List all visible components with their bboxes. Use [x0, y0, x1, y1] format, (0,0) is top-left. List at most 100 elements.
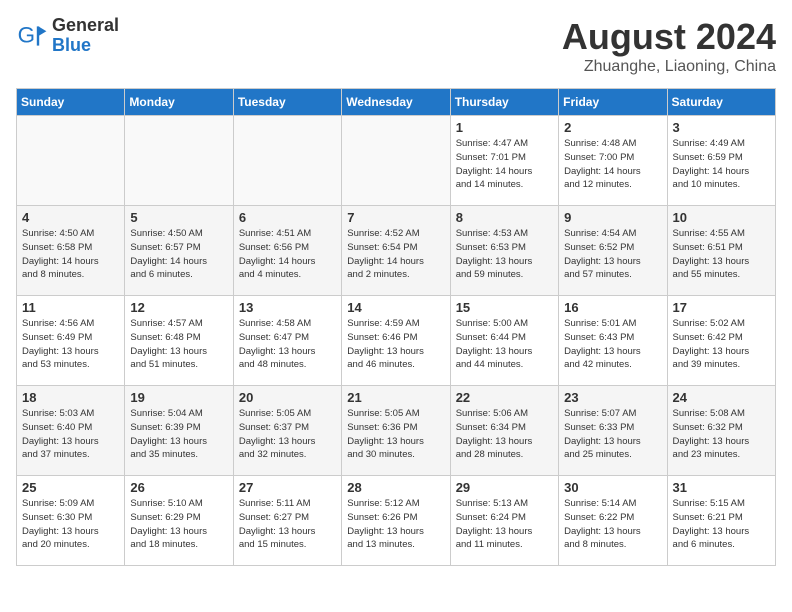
calendar-cell: 30 Sunrise: 5:14 AM Sunset: 6:22 PM Dayli… — [559, 476, 667, 566]
calendar-cell: 8 Sunrise: 4:53 AM Sunset: 6:53 PM Daylig… — [450, 206, 558, 296]
day-detail: Sunrise: 5:08 AM Sunset: 6:32 PM Dayligh… — [673, 407, 770, 462]
day-detail: Sunrise: 5:11 AM Sunset: 6:27 PM Dayligh… — [239, 497, 336, 552]
day-number: 5 — [130, 210, 227, 225]
calendar-cell: 13 Sunrise: 4:58 AM Sunset: 6:47 PM Dayli… — [233, 296, 341, 386]
header-row: SundayMondayTuesdayWednesdayThursdayFrid… — [17, 89, 776, 116]
day-detail: Sunrise: 5:06 AM Sunset: 6:34 PM Dayligh… — [456, 407, 553, 462]
day-number: 22 — [456, 390, 553, 405]
day-number: 14 — [347, 300, 444, 315]
calendar-cell: 27 Sunrise: 5:11 AM Sunset: 6:27 PM Dayli… — [233, 476, 341, 566]
day-detail: Sunrise: 5:05 AM Sunset: 6:37 PM Dayligh… — [239, 407, 336, 462]
day-number: 28 — [347, 480, 444, 495]
header-day-wednesday: Wednesday — [342, 89, 450, 116]
day-number: 18 — [22, 390, 119, 405]
calendar-cell: 20Sunrise: 5:05 AM Sunset: 6:37 PM Dayli… — [233, 386, 341, 476]
calendar-cell: 5 Sunrise: 4:50 AM Sunset: 6:57 PM Daylig… — [125, 206, 233, 296]
day-number: 3 — [673, 120, 770, 135]
calendar-cell: 4 Sunrise: 4:50 AM Sunset: 6:58 PM Daylig… — [17, 206, 125, 296]
day-number: 4 — [22, 210, 119, 225]
day-detail: Sunrise: 5:02 AM Sunset: 6:42 PM Dayligh… — [673, 317, 770, 372]
calendar-week-3: 11 Sunrise: 4:56 AM Sunset: 6:49 PM Dayli… — [17, 296, 776, 386]
day-detail: Sunrise: 4:48 AM Sunset: 7:00 PM Dayligh… — [564, 137, 661, 192]
day-detail: Sunrise: 5:15 AM Sunset: 6:21 PM Dayligh… — [673, 497, 770, 552]
day-detail: Sunrise: 5:04 AM Sunset: 6:39 PM Dayligh… — [130, 407, 227, 462]
header-day-sunday: Sunday — [17, 89, 125, 116]
calendar-cell: 7Sunrise: 4:52 AM Sunset: 6:54 PM Daylig… — [342, 206, 450, 296]
day-number: 16 — [564, 300, 661, 315]
day-number: 27 — [239, 480, 336, 495]
calendar-cell: 6 Sunrise: 4:51 AM Sunset: 6:56 PM Daylig… — [233, 206, 341, 296]
day-number: 1 — [456, 120, 553, 135]
calendar-cell — [342, 116, 450, 206]
svg-text:G: G — [18, 22, 35, 47]
month-title: August 2024 — [562, 16, 776, 58]
day-detail: Sunrise: 5:14 AM Sunset: 6:22 PM Dayligh… — [564, 497, 661, 552]
day-detail: Sunrise: 4:53 AM Sunset: 6:53 PM Dayligh… — [456, 227, 553, 282]
day-detail: Sunrise: 5:10 AM Sunset: 6:29 PM Dayligh… — [130, 497, 227, 552]
page-header: G General Blue August 2024 Zhuanghe, Lia… — [16, 16, 776, 76]
day-detail: Sunrise: 4:50 AM Sunset: 6:58 PM Dayligh… — [22, 227, 119, 282]
day-detail: Sunrise: 5:01 AM Sunset: 6:43 PM Dayligh… — [564, 317, 661, 372]
calendar-cell: 23 Sunrise: 5:07 AM Sunset: 6:33 PM Dayli… — [559, 386, 667, 476]
calendar-cell: 12Sunrise: 4:57 AM Sunset: 6:48 PM Dayli… — [125, 296, 233, 386]
day-detail: Sunrise: 5:07 AM Sunset: 6:33 PM Dayligh… — [564, 407, 661, 462]
calendar-cell: 2 Sunrise: 4:48 AM Sunset: 7:00 PM Daylig… — [559, 116, 667, 206]
calendar-week-2: 4 Sunrise: 4:50 AM Sunset: 6:58 PM Daylig… — [17, 206, 776, 296]
day-number: 2 — [564, 120, 661, 135]
calendar-cell: 28 Sunrise: 5:12 AM Sunset: 6:26 PM Dayli… — [342, 476, 450, 566]
day-number: 8 — [456, 210, 553, 225]
header-day-monday: Monday — [125, 89, 233, 116]
day-detail: Sunrise: 4:50 AM Sunset: 6:57 PM Dayligh… — [130, 227, 227, 282]
calendar-cell: 22 Sunrise: 5:06 AM Sunset: 6:34 PM Dayli… — [450, 386, 558, 476]
day-number: 31 — [673, 480, 770, 495]
day-number: 17 — [673, 300, 770, 315]
calendar-cell: 21 Sunrise: 5:05 AM Sunset: 6:36 PM Dayli… — [342, 386, 450, 476]
calendar-cell — [233, 116, 341, 206]
calendar-cell — [125, 116, 233, 206]
day-detail: Sunrise: 4:57 AM Sunset: 6:48 PM Dayligh… — [130, 317, 227, 372]
logo-blue: Blue — [52, 36, 119, 56]
day-number: 15 — [456, 300, 553, 315]
calendar-cell: 17 Sunrise: 5:02 AM Sunset: 6:42 PM Dayli… — [667, 296, 775, 386]
calendar-cell: 14 Sunrise: 4:59 AM Sunset: 6:46 PM Dayli… — [342, 296, 450, 386]
day-detail: Sunrise: 4:52 AM Sunset: 6:54 PM Dayligh… — [347, 227, 444, 282]
header-day-tuesday: Tuesday — [233, 89, 341, 116]
day-number: 26 — [130, 480, 227, 495]
logo-icon: G — [16, 20, 48, 52]
calendar-cell: 29 Sunrise: 5:13 AM Sunset: 6:24 PM Dayli… — [450, 476, 558, 566]
header-day-friday: Friday — [559, 89, 667, 116]
day-detail: Sunrise: 5:00 AM Sunset: 6:44 PM Dayligh… — [456, 317, 553, 372]
day-detail: Sunrise: 5:05 AM Sunset: 6:36 PM Dayligh… — [347, 407, 444, 462]
day-detail: Sunrise: 4:56 AM Sunset: 6:49 PM Dayligh… — [22, 317, 119, 372]
calendar-cell: 31 Sunrise: 5:15 AM Sunset: 6:21 PM Dayli… — [667, 476, 775, 566]
calendar-week-5: 25Sunrise: 5:09 AM Sunset: 6:30 PM Dayli… — [17, 476, 776, 566]
day-detail: Sunrise: 4:51 AM Sunset: 6:56 PM Dayligh… — [239, 227, 336, 282]
calendar-week-4: 18Sunrise: 5:03 AM Sunset: 6:40 PM Dayli… — [17, 386, 776, 476]
day-detail: Sunrise: 4:54 AM Sunset: 6:52 PM Dayligh… — [564, 227, 661, 282]
calendar-cell: 26 Sunrise: 5:10 AM Sunset: 6:29 PM Dayli… — [125, 476, 233, 566]
day-number: 13 — [239, 300, 336, 315]
calendar-cell: 15 Sunrise: 5:00 AM Sunset: 6:44 PM Dayli… — [450, 296, 558, 386]
day-number: 29 — [456, 480, 553, 495]
day-number: 30 — [564, 480, 661, 495]
day-detail: Sunrise: 5:12 AM Sunset: 6:26 PM Dayligh… — [347, 497, 444, 552]
header-day-thursday: Thursday — [450, 89, 558, 116]
logo: G General Blue — [16, 16, 119, 56]
day-detail: Sunrise: 4:47 AM Sunset: 7:01 PM Dayligh… — [456, 137, 553, 192]
day-number: 24 — [673, 390, 770, 405]
day-detail: Sunrise: 4:55 AM Sunset: 6:51 PM Dayligh… — [673, 227, 770, 282]
calendar-cell: 19Sunrise: 5:04 AM Sunset: 6:39 PM Dayli… — [125, 386, 233, 476]
day-number: 6 — [239, 210, 336, 225]
day-number: 21 — [347, 390, 444, 405]
calendar-header: SundayMondayTuesdayWednesdayThursdayFrid… — [17, 89, 776, 116]
calendar-cell: 1 Sunrise: 4:47 AM Sunset: 7:01 PM Daylig… — [450, 116, 558, 206]
day-number: 11 — [22, 300, 119, 315]
day-detail: Sunrise: 4:59 AM Sunset: 6:46 PM Dayligh… — [347, 317, 444, 372]
day-detail: Sunrise: 5:13 AM Sunset: 6:24 PM Dayligh… — [456, 497, 553, 552]
day-detail: Sunrise: 4:58 AM Sunset: 6:47 PM Dayligh… — [239, 317, 336, 372]
calendar-cell — [17, 116, 125, 206]
calendar-week-1: 1 Sunrise: 4:47 AM Sunset: 7:01 PM Daylig… — [17, 116, 776, 206]
calendar-cell: 25Sunrise: 5:09 AM Sunset: 6:30 PM Dayli… — [17, 476, 125, 566]
calendar-table: SundayMondayTuesdayWednesdayThursdayFrid… — [16, 88, 776, 566]
day-number: 23 — [564, 390, 661, 405]
